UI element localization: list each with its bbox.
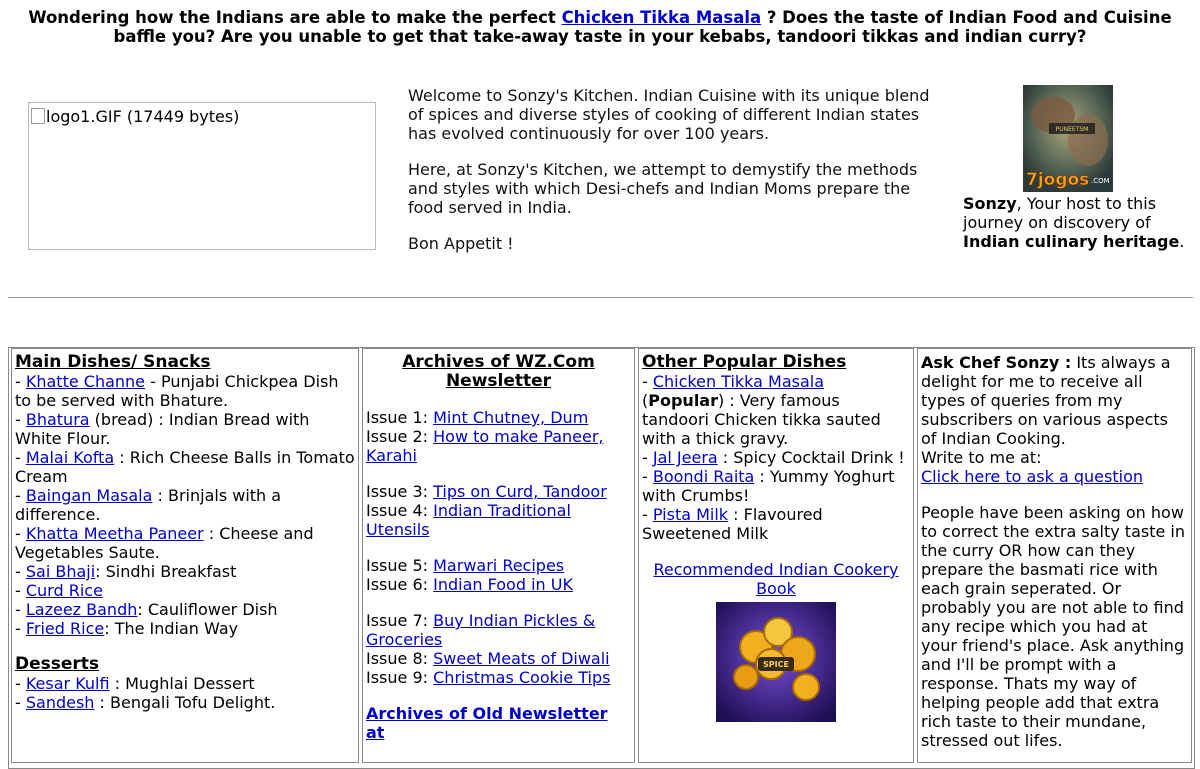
- host-caption: Sonzy, Your host to this journey on disc…: [963, 194, 1191, 251]
- dish-desc: : Cauliflower Dish: [137, 600, 278, 619]
- issue-item: Issue 2: How to make Paneer, Karahi: [366, 427, 631, 465]
- issue-item: Issue 9: Christmas Cookie Tips: [366, 668, 631, 687]
- intro-chicken-tikka-link[interactable]: Chicken Tikka Masala: [562, 8, 762, 27]
- issue-item: Issue 4: Indian Traditional Utensils: [366, 501, 631, 539]
- write-label: Write to me at:: [921, 448, 1042, 467]
- dish-link-malai-kofta[interactable]: Malai Kofta: [26, 448, 114, 467]
- ask-chef-column: Ask Chef Sonzy : Its always a delight fo…: [917, 348, 1192, 763]
- dessert-item: - Kesar Kulfi : Mughlai Dessert: [15, 674, 255, 693]
- intro-before: Wondering how the Indians are able to ma…: [28, 8, 562, 27]
- dessert-link-kesar-kulfi[interactable]: Kesar Kulfi: [26, 674, 110, 693]
- issue-label: Issue 2:: [366, 427, 434, 446]
- issue-item: Issue 6: Indian Food in UK: [366, 575, 631, 594]
- dish-link-khatta-meetha-paneer[interactable]: Khatta Meetha Paneer: [26, 524, 204, 543]
- issue-link-5[interactable]: Marwari Recipes: [433, 556, 564, 575]
- issue-link-1[interactable]: Mint Chutney, Dum: [433, 408, 588, 427]
- host-image: PUNEETSM 7jogos .COM: [1023, 85, 1113, 192]
- issue-label: Issue 5:: [366, 556, 434, 575]
- dish-item: - Baingan Masala : Brinjals with a diffe…: [15, 486, 282, 524]
- logo-alt-text: logo1.GIF (17449 bytes): [46, 107, 240, 126]
- dish-link-baingan-masala[interactable]: Baingan Masala: [26, 486, 153, 505]
- dish-item: - Khatta Meetha Paneer : Cheese and Vege…: [15, 524, 314, 562]
- dish-item: - Malai Kofta : Rich Cheese Balls in Tom…: [15, 448, 355, 486]
- content-table: Main Dishes/ Snacks - Khatte Channe - Pu…: [8, 347, 1195, 769]
- host-heritage: Indian culinary heritage: [963, 232, 1180, 251]
- dish-link-khatte-channe[interactable]: Khatte Channe: [26, 372, 145, 391]
- popular-header: Other Popular Dishes: [642, 352, 847, 372]
- intro-text: Wondering how the Indians are able to ma…: [10, 8, 1190, 46]
- issue-item: Issue 3: Tips on Curd, Tandoor: [366, 482, 631, 501]
- dessert-desc: : Mughlai Dessert: [109, 674, 255, 693]
- welcome-section: Welcome to Sonzy's Kitchen. Indian Cuisi…: [408, 86, 933, 270]
- dish-link-fried-rice[interactable]: Fried Rice: [26, 619, 104, 638]
- archives-column: Archives of WZ.Com Newsletter Issue 1: M…: [362, 348, 635, 763]
- host-image-brand-text: 7jogos: [1026, 170, 1089, 190]
- logo-image: logo1.GIF (17449 bytes): [28, 102, 376, 250]
- main-dishes-header: Main Dishes/ Snacks: [15, 352, 211, 372]
- popular-desc: : Spicy Cocktail Drink !: [717, 448, 905, 467]
- popular-item: - Boondi Raita : Yummy Yoghurt with Crum…: [642, 467, 895, 505]
- dish-link-bhatura[interactable]: Bhatura: [26, 410, 90, 429]
- dish-link-curd-rice[interactable]: Curd Rice: [26, 581, 103, 600]
- welcome-paragraph-2: Here, at Sonzy's Kitchen, we attempt to …: [408, 160, 918, 217]
- issue-link-9[interactable]: Christmas Cookie Tips: [433, 668, 610, 687]
- dish-link-sai-bhaji[interactable]: Sai Bhaji: [26, 562, 95, 581]
- issue-link-3[interactable]: Tips on Curd, Tandoor: [433, 482, 607, 501]
- dish-item: - Bhatura (bread) : Indian Bread with Wh…: [15, 410, 310, 448]
- ask-paragraph: People have been asking on how to correc…: [921, 503, 1185, 750]
- issue-item: Issue 1: Mint Chutney, Dum: [366, 408, 631, 427]
- popular-item: - Chicken Tikka Masala (Popular) : Very f…: [642, 372, 881, 448]
- host-name: Sonzy: [963, 194, 1017, 213]
- host-image-top-text: PUNEETSM: [1056, 126, 1089, 133]
- issue-label: Issue 6:: [366, 575, 434, 594]
- issue-label: Issue 9:: [366, 668, 434, 687]
- popular-dishes-column: Other Popular Dishes - Chicken Tikka Mas…: [638, 348, 914, 763]
- desserts-header: Desserts: [15, 654, 100, 674]
- issue-label: Issue 3:: [366, 482, 434, 501]
- popular-badge: Popular: [648, 391, 718, 410]
- popular-item: - Jal Jeera : Spicy Cocktail Drink !: [642, 448, 905, 467]
- broken-image-icon: [31, 108, 45, 124]
- horizontal-divider: [8, 297, 1193, 298]
- issue-item: Issue 8: Sweet Meats of Diwali: [366, 649, 631, 668]
- dish-item: - Fried Rice: The Indian Way: [15, 619, 239, 638]
- issue-label: Issue 8:: [366, 649, 434, 668]
- popular-link-jal-jeera[interactable]: Jal Jeera: [653, 448, 718, 467]
- popular-item: - Pista Milk : Flavoured Sweetened Milk: [642, 505, 823, 543]
- dessert-item: - Sandesh : Bengali Tofu Delight.: [15, 693, 276, 712]
- recommended-book-link[interactable]: Recommended Indian Cookery Book: [653, 560, 898, 598]
- issue-label: Issue 7:: [366, 611, 434, 630]
- dish-item: - Sai Bhaji: Sindhi Breakfast: [15, 562, 237, 581]
- welcome-paragraph-1: Welcome to Sonzy's Kitchen. Indian Cuisi…: [408, 86, 930, 143]
- ask-title: Ask Chef Sonzy :: [921, 353, 1072, 372]
- host-caption-end: .: [1179, 232, 1185, 251]
- main-dishes-column: Main Dishes/ Snacks - Khatte Channe - Pu…: [11, 348, 359, 763]
- issue-label: Issue 1:: [366, 408, 434, 427]
- dish-link-lazeez-bandh[interactable]: Lazeez Bandh: [26, 600, 138, 619]
- issue-label: Issue 4:: [366, 501, 434, 520]
- issue-item: Issue 7: Buy Indian Pickles & Groceries: [366, 611, 631, 649]
- book-image[interactable]: SPICE: [716, 602, 836, 722]
- popular-link-boondi-raita[interactable]: Boondi Raita: [653, 467, 754, 486]
- dish-item: - Khatte Channe - Punjabi Chickpea Dish …: [15, 372, 339, 410]
- issue-item: Issue 5: Marwari Recipes: [366, 556, 631, 575]
- popular-link-pista-milk[interactable]: Pista Milk: [653, 505, 728, 524]
- dish-item: - Lazeez Bandh: Cauliflower Dish: [15, 600, 278, 619]
- dish-item: - Curd Rice: [15, 581, 103, 600]
- book-image-text: SPICE: [763, 660, 789, 669]
- dish-desc: : The Indian Way: [104, 619, 239, 638]
- issue-link-6[interactable]: Indian Food in UK: [433, 575, 573, 594]
- dessert-link-sandesh[interactable]: Sandesh: [26, 693, 95, 712]
- welcome-paragraph-3: Bon Appetit !: [408, 234, 514, 253]
- old-archives-link[interactable]: Archives of Old Newsletter at: [366, 704, 608, 742]
- archives-header: Archives of WZ.Com Newsletter: [402, 352, 595, 391]
- ask-intro: Ask Chef Sonzy : Its always a delight fo…: [921, 353, 1188, 448]
- dessert-desc: : Bengali Tofu Delight.: [94, 693, 276, 712]
- issue-link-8[interactable]: Sweet Meats of Diwali: [433, 649, 610, 668]
- dish-desc: : Sindhi Breakfast: [95, 562, 237, 581]
- ask-question-link[interactable]: Click here to ask a question: [921, 467, 1143, 486]
- host-image-com-text: .COM: [1091, 177, 1110, 185]
- popular-link-chicken-tikka[interactable]: Chicken Tikka Masala: [653, 372, 824, 391]
